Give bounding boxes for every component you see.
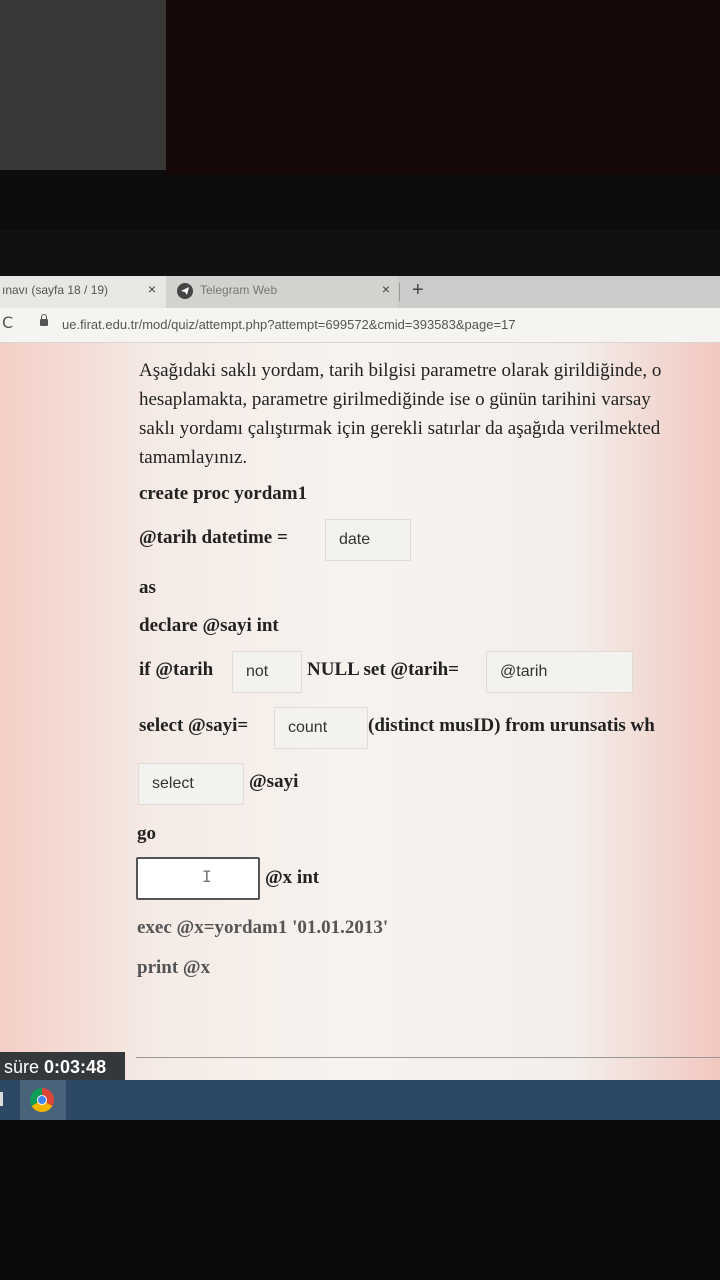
code-as-line: as — [139, 577, 156, 598]
code-if-prefix: if @tarih — [139, 659, 214, 680]
divider — [136, 1057, 720, 1058]
answer-blank-count[interactable]: count — [274, 707, 368, 749]
close-icon[interactable]: × — [148, 281, 156, 297]
code-if-mid: NULL set @tarih= — [307, 659, 459, 680]
question-line: tamamlayınız. — [139, 447, 248, 468]
page-content: Aşağıdaki saklı yordam, tarih bilgisi pa… — [0, 343, 720, 1080]
timer-label: süre — [4, 1057, 40, 1077]
code-print-line: print @x — [137, 957, 211, 978]
timer-value: 0:03:48 — [44, 1057, 107, 1077]
question-text: Aşağıdaki saklı yordam, tarih bilgisi pa… — [139, 356, 720, 472]
answer-blank-select[interactable]: select — [138, 763, 244, 805]
answer-blank-tarih[interactable]: @tarih — [486, 651, 633, 693]
tab-telegram[interactable]: Telegram Web × — [166, 276, 398, 308]
monitor-surroundings — [0, 0, 720, 276]
tab-separator — [399, 283, 400, 301]
taskbar-chrome-button[interactable] — [20, 1080, 66, 1120]
answer-blank-date[interactable]: date — [325, 519, 411, 561]
tab-title: ınavı (sayfa 18 / 19) — [2, 283, 109, 297]
question-line: saklı yordamı çalıştırmak için gerekli s… — [139, 418, 661, 439]
lock-icon — [40, 314, 48, 326]
reload-icon[interactable]: C — [2, 313, 13, 332]
answer-blank-not[interactable]: not — [232, 651, 302, 693]
code-tarih-line: @tarih datetime = — [139, 527, 288, 548]
taskbar — [0, 1080, 720, 1120]
tab-title: Telegram Web — [200, 283, 278, 297]
text-cursor-icon: I — [202, 867, 212, 886]
new-tab-button[interactable]: + — [412, 279, 424, 302]
code-exec-line: exec @x=yordam1 '01.01.2013' — [137, 917, 389, 938]
telegram-icon — [177, 283, 193, 299]
background-panel-right — [166, 0, 720, 175]
code-x-suffix: @x int — [265, 867, 320, 888]
code-declare-line: declare @sayi int — [139, 615, 279, 636]
code-sayi-suffix: @sayi — [249, 771, 299, 792]
code-go-line: go — [137, 823, 156, 844]
code-create-line: create proc yordam1 — [139, 483, 308, 504]
tab-quiz[interactable]: ınavı (sayfa 18 / 19) × — [0, 276, 166, 308]
chrome-icon — [30, 1088, 54, 1112]
question-line: hesaplamakta, parametre girilmediğinde i… — [139, 389, 651, 410]
monitor-bezel-bottom — [0, 1120, 720, 1280]
quiz-timer: süre 0:03:48 — [0, 1052, 125, 1082]
monitor-bezel-top — [0, 230, 720, 276]
code-select-suffix: (distinct musID) from urunsatis wh — [368, 715, 655, 736]
question-line: Aşağıdaki saklı yordam, tarih bilgisi pa… — [139, 360, 662, 381]
answer-blank-declare-x[interactable]: I — [136, 857, 260, 900]
code-select-prefix: select @sayi= — [139, 715, 249, 736]
url-input[interactable]: ue.firat.edu.tr/mod/quiz/attempt.php?att… — [62, 317, 516, 332]
address-bar: C ue.firat.edu.tr/mod/quiz/attempt.php?a… — [0, 308, 720, 343]
taskbar-edge — [0, 1092, 3, 1106]
question-body: Aşağıdaki saklı yordam, tarih bilgisi pa… — [0, 343, 720, 1080]
close-icon[interactable]: × — [382, 281, 390, 297]
background-panel-left — [0, 0, 166, 170]
browser-tab-bar: ınavı (sayfa 18 / 19) × Telegram Web × — [0, 276, 720, 308]
